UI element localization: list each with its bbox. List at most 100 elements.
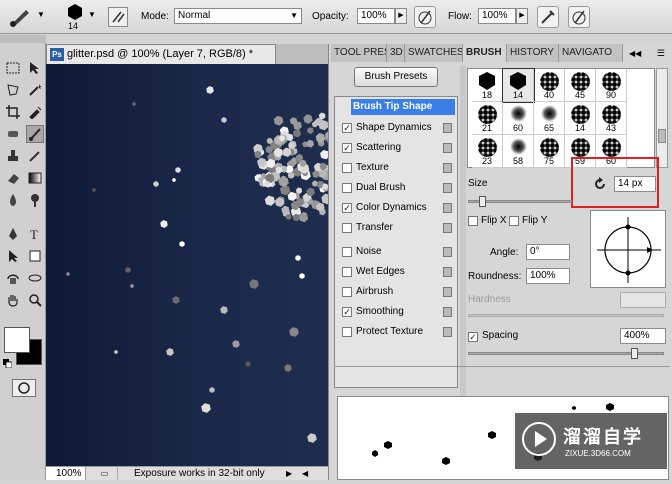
brush-thumbnail[interactable]: 75: [534, 135, 565, 168]
spacing-slider-thumb[interactable]: [631, 348, 638, 359]
brush-option-wet-edges[interactable]: Wet Edges: [339, 263, 455, 281]
gradient-icon[interactable]: [26, 169, 44, 187]
lock-icon[interactable]: [443, 247, 452, 257]
lock-icon[interactable]: [443, 143, 452, 153]
lock-icon[interactable]: [443, 183, 452, 193]
brush-picker[interactable]: 14 ▼: [60, 2, 96, 32]
quick-mask-icon[interactable]: [12, 379, 36, 397]
brush-option-texture[interactable]: Texture: [339, 159, 455, 177]
spacing-slider[interactable]: [468, 348, 664, 359]
tab-3d[interactable]: 3D: [387, 44, 405, 62]
history-brush-icon[interactable]: [26, 147, 44, 165]
brush-thumbnail[interactable]: 14: [502, 68, 535, 103]
scroll-left-arrow[interactable]: ◀: [302, 467, 308, 480]
size-slider-thumb[interactable]: [479, 196, 486, 207]
size-slider[interactable]: [468, 196, 572, 207]
lock-icon[interactable]: [443, 123, 452, 133]
lock-icon[interactable]: [443, 287, 452, 297]
option-checkbox[interactable]: ✓: [342, 123, 352, 133]
airbrush-icon[interactable]: [537, 6, 559, 28]
option-checkbox[interactable]: ✓: [342, 203, 352, 213]
path-selection-icon[interactable]: [4, 247, 22, 265]
brush-thumbnail[interactable]: 43: [596, 102, 627, 135]
brush-thumbnail[interactable]: 14: [565, 102, 596, 135]
eraser-icon[interactable]: [4, 169, 22, 187]
tool-preset-arrow[interactable]: ▼: [37, 10, 45, 19]
document-tab[interactable]: Ps glitter.psd @ 100% (Layer 7, RGB/8) *: [46, 44, 276, 64]
foreground-color-swatch[interactable]: [4, 327, 30, 353]
tab-history[interactable]: HISTORY: [507, 44, 559, 62]
angle-field[interactable]: 0°: [526, 244, 570, 260]
tab-brush[interactable]: BRUSH: [463, 44, 507, 62]
option-checkbox[interactable]: [342, 327, 352, 337]
default-colors-icon[interactable]: [3, 359, 13, 369]
panel-collapse-icon[interactable]: ◀◀ ☰: [629, 48, 669, 60]
brush-thumbnail[interactable]: 58: [503, 135, 534, 168]
healing-brush-icon[interactable]: [4, 125, 22, 143]
brush-tip-shape-item[interactable]: Brush Tip Shape: [351, 99, 455, 115]
eyedropper-icon[interactable]: [26, 103, 44, 121]
brush-thumbnail[interactable]: 23: [472, 135, 503, 168]
brush-option-noise[interactable]: Noise: [339, 243, 455, 261]
zoom-icon[interactable]: [26, 291, 44, 309]
dodge-icon[interactable]: [26, 191, 44, 209]
brush-thumbnail[interactable]: 60: [503, 102, 534, 135]
move-icon[interactable]: [26, 59, 44, 77]
brush-tool-icon[interactable]: [8, 6, 34, 28]
brush-thumbnail-grid[interactable]: 18 14 40 45 90 21 60 65 14 43 23 58 75 59 60: [467, 68, 655, 168]
pressure-size-icon[interactable]: [568, 6, 590, 28]
tab-swatches[interactable]: SWATCHES: [405, 44, 463, 62]
toolbox-grip[interactable]: [0, 35, 46, 43]
flow-slider-arrow[interactable]: ▶: [516, 8, 528, 24]
option-checkbox[interactable]: ✓: [342, 307, 352, 317]
crop-icon[interactable]: [4, 103, 22, 121]
lock-icon[interactable]: [443, 223, 452, 233]
canvas[interactable]: [46, 64, 349, 466]
brush-thumbnail[interactable]: 18: [472, 69, 503, 102]
brush-thumbnail[interactable]: 21: [472, 102, 503, 135]
option-checkbox[interactable]: [342, 247, 352, 257]
3d-rotate-icon[interactable]: [4, 269, 22, 287]
brush-option-scattering[interactable]: ✓ Scattering: [339, 139, 455, 157]
brush-panel-toggle-icon[interactable]: [108, 7, 128, 27]
option-checkbox[interactable]: [342, 183, 352, 193]
scrollbar-thumb[interactable]: [658, 129, 666, 143]
lock-icon[interactable]: [443, 203, 452, 213]
roundness-field[interactable]: 100%: [526, 268, 570, 284]
brush-thumbnail[interactable]: 65: [534, 102, 565, 135]
lock-icon[interactable]: [443, 163, 452, 173]
hand-icon[interactable]: [4, 291, 22, 309]
brush-option-protect-texture[interactable]: Protect Texture: [339, 323, 455, 341]
option-checkbox[interactable]: ✓: [342, 143, 352, 153]
lock-icon[interactable]: [443, 307, 452, 317]
brush-thumbnail[interactable]: 40: [534, 69, 565, 102]
brush-option-airbrush[interactable]: Airbrush: [339, 283, 455, 301]
option-checkbox[interactable]: [342, 267, 352, 277]
brush-option-color-dynamics[interactable]: ✓ Color Dynamics: [339, 199, 455, 217]
angle-roundness-preview[interactable]: [590, 210, 666, 288]
brush-thumbnail[interactable]: 45: [565, 69, 596, 102]
flow-field[interactable]: 100%: [478, 8, 516, 24]
spacing-checkbox[interactable]: ✓: [468, 332, 478, 342]
shape-icon[interactable]: [26, 247, 44, 265]
lock-icon[interactable]: [443, 267, 452, 277]
option-checkbox[interactable]: [342, 223, 352, 233]
pen-icon[interactable]: [4, 225, 22, 243]
zoom-field[interactable]: 100%: [46, 467, 86, 480]
opacity-slider-arrow[interactable]: ▶: [395, 8, 407, 24]
blur-icon[interactable]: [4, 191, 22, 209]
option-checkbox[interactable]: [342, 287, 352, 297]
brush-option-dual-brush[interactable]: Dual Brush: [339, 179, 455, 197]
tab-tool-presets[interactable]: TOOL PRES: [331, 44, 387, 62]
brush-presets-button[interactable]: Brush Presets: [354, 67, 438, 87]
spacing-field[interactable]: 400%: [620, 328, 666, 344]
lasso-icon[interactable]: [4, 81, 22, 99]
clone-stamp-icon[interactable]: [4, 147, 22, 165]
brush-option-smoothing[interactable]: ✓ Smoothing: [339, 303, 455, 321]
brush-tool-selected-icon[interactable]: [26, 125, 44, 143]
mode-select[interactable]: Normal ▼: [174, 8, 302, 24]
brush-thumbnail[interactable]: 90: [596, 69, 627, 102]
brush-option-shape-dynamics[interactable]: ✓ Shape Dynamics: [339, 119, 455, 137]
opacity-field[interactable]: 100%: [357, 8, 395, 24]
pressure-opacity-icon[interactable]: [414, 6, 436, 28]
